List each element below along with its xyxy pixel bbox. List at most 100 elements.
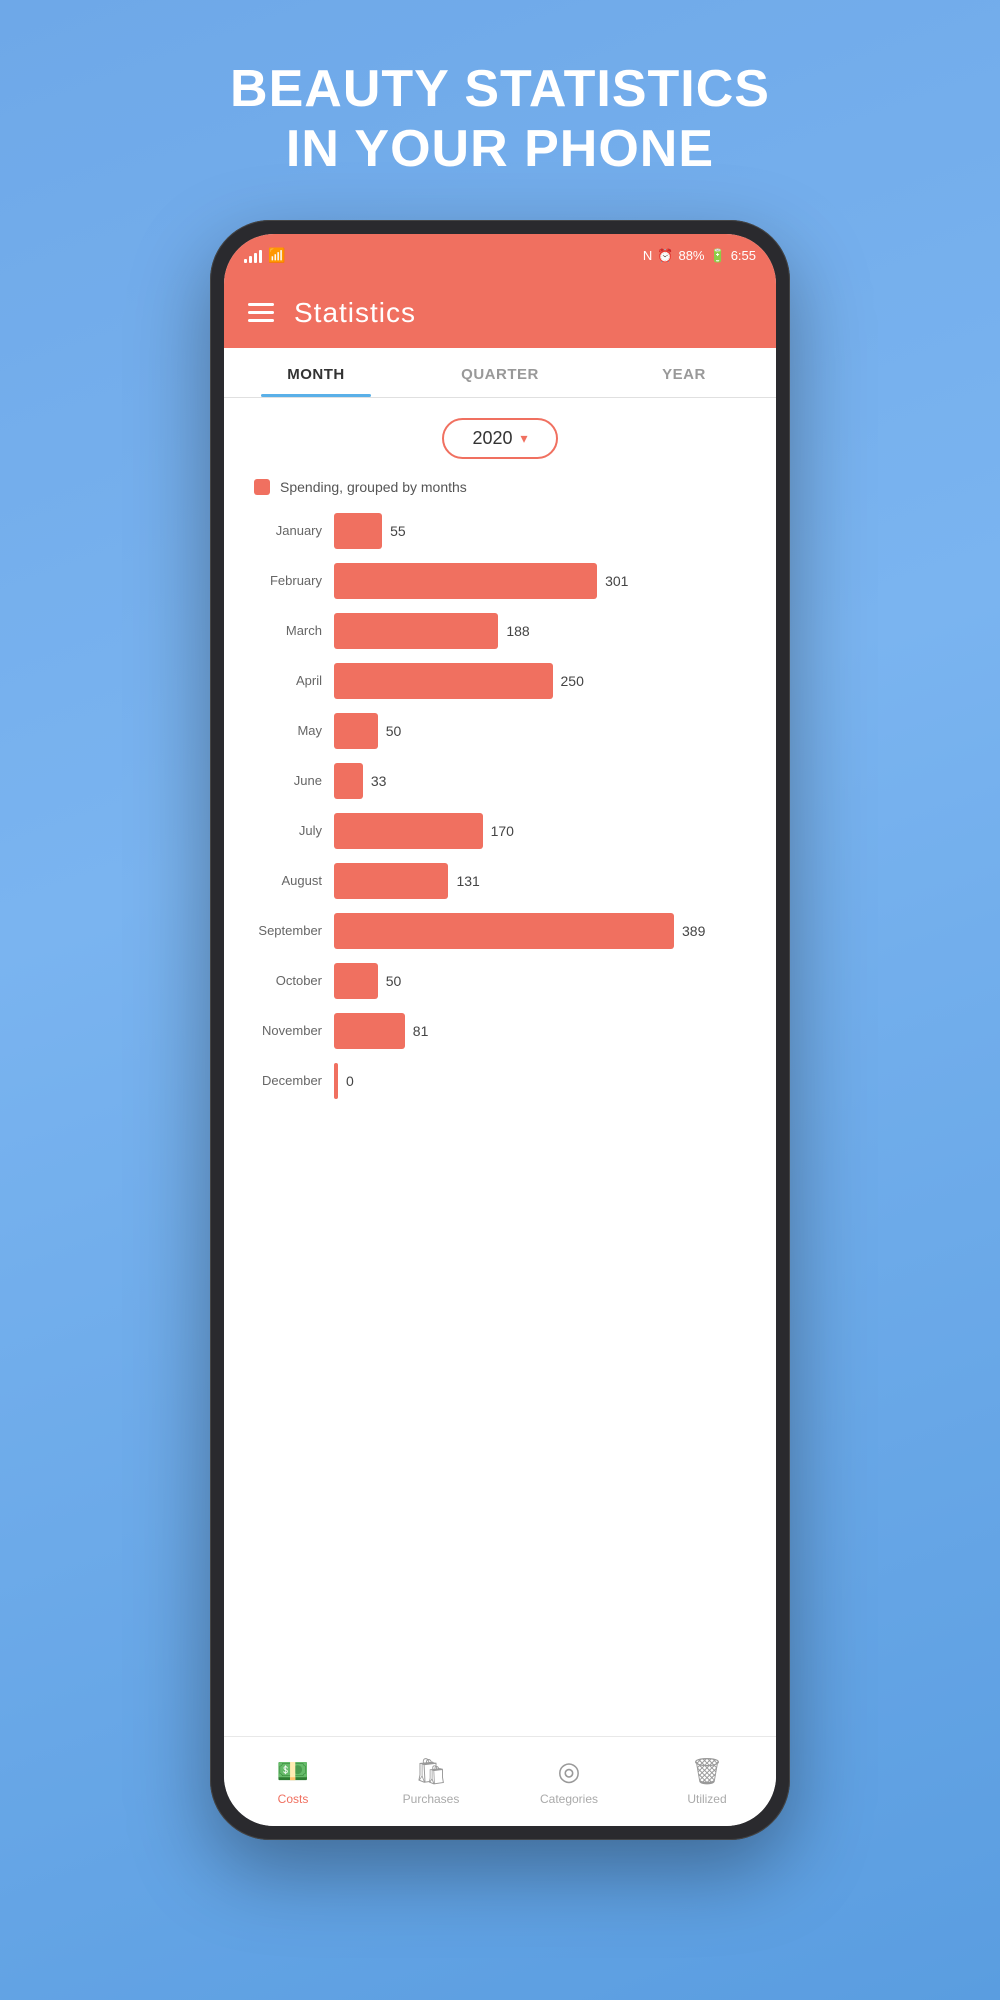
hero-text: BEAUTY STATISTICS IN YOUR PHONE [230,60,770,180]
bar-value-label: 33 [371,773,387,789]
bar-label: January [244,523,334,538]
phone-frame: 📶 N ⏰ 88% 🔋 6:55 Statistics MONTH QUART [210,220,790,1840]
chevron-down-icon: ▾ [521,430,528,447]
bar-row: July 170 [244,813,756,849]
purchases-label: Purchases [403,1792,460,1806]
bottom-nav: 💵 Costs 🛍 Purchases ◎ Categories 🗑 Utili… [224,1736,776,1826]
bar-fill [334,763,363,799]
bar-row: June33 [244,763,756,799]
bar-fill [334,613,498,649]
bar-label: March [244,623,334,638]
legend-color-swatch [254,479,270,495]
bar-chart: January 55 February 301 March 188 April 250 May 5… [244,513,756,1099]
bar-fill [334,1013,405,1049]
status-right: N ⏰ 88% 🔋 6:55 [643,248,756,264]
costs-icon: 💵 [277,1756,309,1787]
bar-value-label: 301 [605,573,628,589]
nfc-icon: N [643,248,652,263]
bar-label: October [244,973,334,988]
bar-row: March 188 [244,613,756,649]
signal-icon [244,249,262,263]
bar-value-label: 389 [682,923,705,939]
bar-container: 301 [334,563,756,599]
purchases-icon: 🛍 [414,1756,447,1787]
bar-value-label: 131 [456,873,479,889]
bar-row: August 131 [244,863,756,899]
hamburger-menu[interactable] [248,303,274,322]
bar-value-label: 55 [390,523,406,539]
bar-label: July [244,823,334,838]
chart-legend: Spending, grouped by months [244,479,756,495]
bar-fill [334,513,382,549]
bar-container: 131 [334,863,756,899]
bar-label: February [244,573,334,588]
bar-label: December [244,1073,334,1088]
hero-line1: BEAUTY STATISTICS [230,60,770,120]
bar-value-label: 81 [413,1023,429,1039]
bar-value-label: 0 [346,1073,354,1089]
bar-fill [334,963,378,999]
bar-row: January 55 [244,513,756,549]
categories-label: Categories [540,1792,598,1806]
bar-value-label: 50 [386,723,402,739]
app-header: Statistics [224,278,776,348]
alarm-icon: ⏰ [657,248,673,264]
categories-icon: ◎ [558,1756,581,1787]
bar-container: 81 [334,1013,756,1049]
bar-container: 250 [334,663,756,699]
bar-label: August [244,873,334,888]
bar-row: October 50 [244,963,756,999]
year-selector: 2020 ▾ [244,418,756,459]
bar-fill [334,713,378,749]
bar-row: September 389 [244,913,756,949]
bar-container: 50 [334,963,756,999]
battery-percent: 88% [678,248,704,263]
bar-label: April [244,673,334,688]
nav-item-utilized[interactable]: 🗑 Utilized [638,1746,776,1816]
bar-row: April 250 [244,663,756,699]
chart-area: 2020 ▾ Spending, grouped by months Janua… [224,398,776,1736]
bar-row: February 301 [244,563,756,599]
nav-item-purchases[interactable]: 🛍 Purchases [362,1746,500,1816]
nav-item-categories[interactable]: ◎ Categories [500,1746,638,1816]
bar-container: 50 [334,713,756,749]
costs-label: Costs [278,1792,309,1806]
bar-container: 0 [334,1063,756,1099]
bar-value-label: 170 [491,823,514,839]
tab-year[interactable]: YEAR [592,348,776,397]
bar-value-label: 188 [506,623,529,639]
legend-text: Spending, grouped by months [280,479,467,495]
status-left: 📶 [244,247,285,264]
bar-fill [334,913,674,949]
tab-month[interactable]: MONTH [224,348,408,397]
bar-fill [334,863,448,899]
bar-container: 33 [334,763,756,799]
hero-line2: IN YOUR PHONE [230,120,770,180]
tab-bar: MONTH QUARTER YEAR [224,348,776,398]
bar-fill [334,563,597,599]
utilized-label: Utilized [687,1792,726,1806]
utilized-icon: 🗑 [690,1756,723,1787]
bar-fill [334,1063,338,1099]
wifi-icon: 📶 [268,247,285,264]
tab-quarter[interactable]: QUARTER [408,348,592,397]
status-bar: 📶 N ⏰ 88% 🔋 6:55 [224,234,776,278]
bar-label: November [244,1023,334,1038]
bar-row: November 81 [244,1013,756,1049]
phone-screen: 📶 N ⏰ 88% 🔋 6:55 Statistics MONTH QUART [224,234,776,1826]
bar-container: 55 [334,513,756,549]
bar-row: May 50 [244,713,756,749]
bar-label: May [244,723,334,738]
bar-container: 389 [334,913,756,949]
bar-label: September [244,923,334,938]
battery-icon: 🔋 [710,248,726,264]
bar-value-label: 50 [386,973,402,989]
app-title: Statistics [294,297,416,329]
bar-value-label: 250 [561,673,584,689]
year-value: 2020 [472,428,512,449]
year-dropdown[interactable]: 2020 ▾ [442,418,557,459]
bar-fill [334,663,553,699]
bar-row: December 0 [244,1063,756,1099]
bar-container: 170 [334,813,756,849]
nav-item-costs[interactable]: 💵 Costs [224,1746,362,1816]
